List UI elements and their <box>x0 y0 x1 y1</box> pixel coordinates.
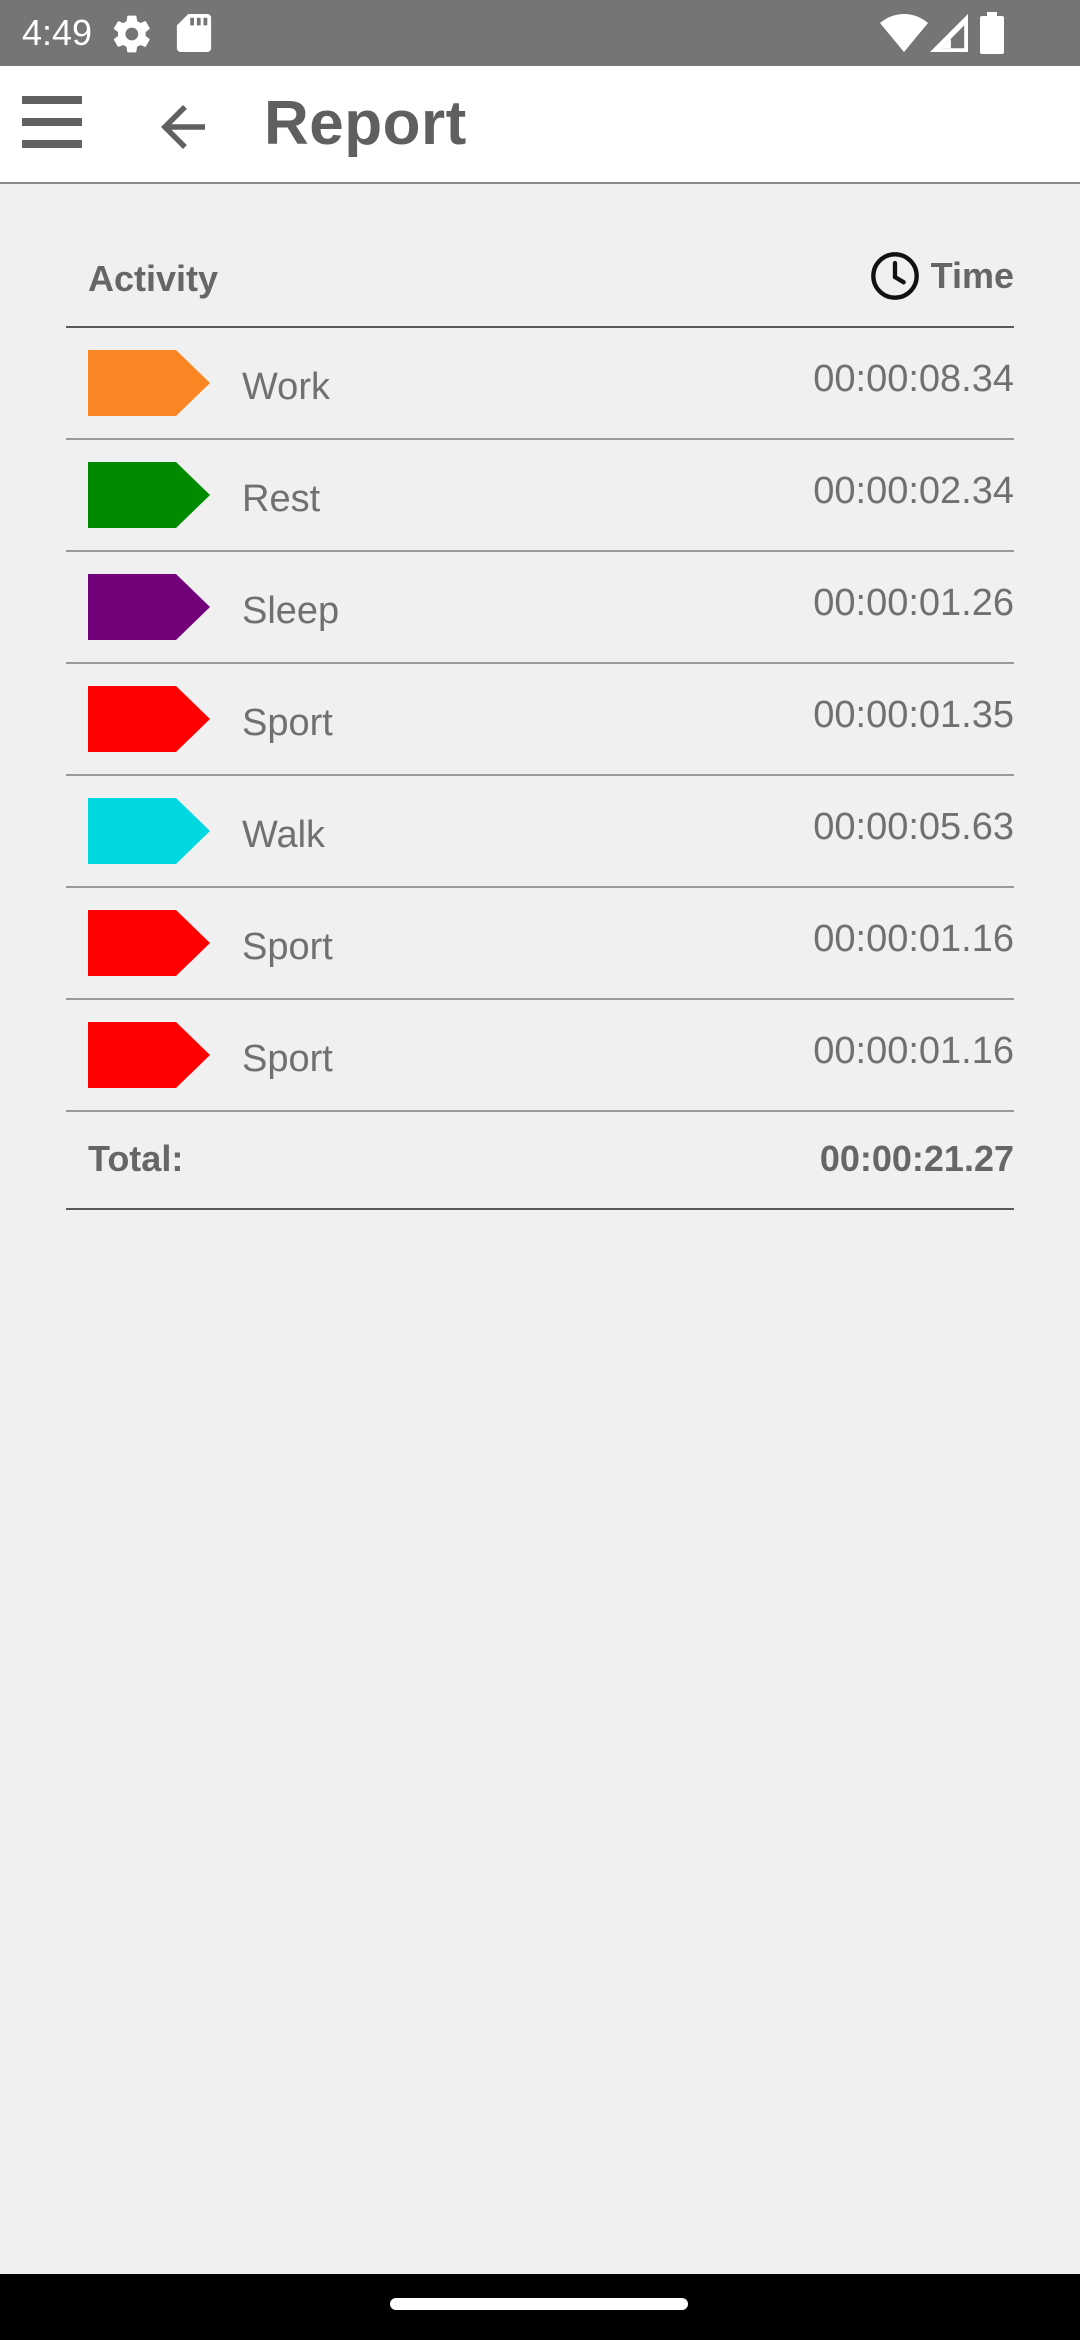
table-row[interactable]: Rest 00:00:02.34 <box>66 440 1014 552</box>
activity-tag-icon <box>88 462 210 528</box>
activity-tag-icon <box>88 350 210 416</box>
activity-tag-shape <box>88 798 210 864</box>
clock-icon <box>870 252 919 300</box>
activity-name: Sport <box>242 1038 333 1080</box>
app-bar: Report <box>0 66 1080 184</box>
time-column-header: Time <box>869 246 1014 306</box>
activity-name: Walk <box>242 814 326 856</box>
activity-name: Sleep <box>242 590 340 632</box>
activity-time: 00:00:01.16 <box>813 1030 1014 1072</box>
report-table: Activity Time Work 00:00:08.34 Rest 00:0… <box>66 232 1014 1210</box>
back-button[interactable] <box>150 94 216 160</box>
activity-name: Rest <box>242 478 321 520</box>
navigation-bar <box>0 2274 1080 2340</box>
table-row[interactable]: Work 00:00:08.34 <box>66 328 1014 440</box>
status-bar: 4:49 <box>0 0 1080 66</box>
activity-tag-icon <box>88 910 210 976</box>
activity-tag-shape <box>88 1022 210 1088</box>
time-column-label: Time <box>930 255 1014 296</box>
total-row: Total: 00:00:21.27 <box>66 1112 1014 1210</box>
wifi-icon <box>880 14 928 57</box>
activity-name: Sport <box>242 926 333 968</box>
activity-time: 00:00:01.26 <box>813 582 1014 624</box>
activity-time: 00:00:02.34 <box>813 470 1014 512</box>
activity-tag-icon <box>88 1022 210 1088</box>
total-value: 00:00:21.27 <box>819 1138 1014 1179</box>
activity-name: Work <box>242 366 330 408</box>
status-time: 4:49 <box>22 12 93 53</box>
total-label: Total: <box>88 1138 184 1179</box>
activity-tag-shape <box>88 462 210 528</box>
activity-time: 00:00:01.16 <box>813 918 1014 960</box>
signal-icon <box>930 14 968 57</box>
battery-icon <box>980 12 1004 59</box>
activity-rows: Work 00:00:08.34 Rest 00:00:02.34 Sleep … <box>66 328 1014 1112</box>
activity-time: 00:00:01.35 <box>813 694 1014 736</box>
activity-tag-shape <box>88 910 210 976</box>
home-indicator[interactable] <box>390 2298 688 2310</box>
table-row[interactable]: Sleep 00:00:01.26 <box>66 552 1014 664</box>
activity-tag-icon <box>88 686 210 752</box>
activity-tag-icon <box>88 574 210 640</box>
activity-tag-icon <box>88 798 210 864</box>
table-row[interactable]: Sport 00:00:01.16 <box>66 1000 1014 1112</box>
hamburger-menu-icon <box>22 96 82 148</box>
settings-icon <box>110 12 154 61</box>
activity-time: 00:00:08.34 <box>813 358 1014 400</box>
activity-tag-shape <box>88 686 210 752</box>
table-header: Activity Time <box>66 232 1014 328</box>
table-row[interactable]: Sport 00:00:01.16 <box>66 888 1014 1000</box>
table-row[interactable]: Walk 00:00:05.63 <box>66 776 1014 888</box>
activity-name: Sport <box>242 702 333 744</box>
sd-card-icon <box>176 14 212 57</box>
activity-tag-shape <box>88 574 210 640</box>
arrow-left-icon <box>161 105 205 149</box>
activity-time: 00:00:05.63 <box>813 806 1014 848</box>
table-row[interactable]: Sport 00:00:01.35 <box>66 664 1014 776</box>
activity-tag-shape <box>88 350 210 416</box>
menu-button[interactable] <box>22 96 92 156</box>
activity-column-header: Activity <box>88 258 219 299</box>
page-title: Report <box>264 89 467 158</box>
